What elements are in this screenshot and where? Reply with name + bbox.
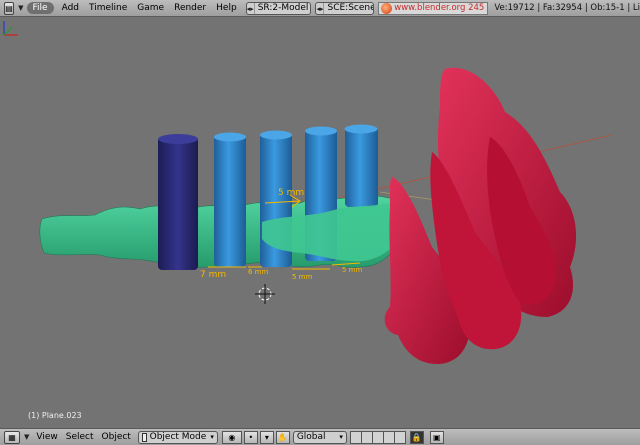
viewport-scene[interactable]: 5 mm 7 mm 6 mm 5 mm 5 mm [0,17,640,428]
scene-name[interactable]: SCE:Scene [324,3,373,13]
implant-cylinder-5[interactable] [344,124,379,208]
menu-select[interactable]: Select [62,432,98,442]
menu-view[interactable]: View [32,432,61,442]
collapse-header-icon[interactable]: ▼ [24,433,29,441]
pivot-dropdown-button[interactable]: ▾ [259,430,274,444]
screen-name[interactable]: SR:2-Model [255,3,311,13]
menu-help[interactable]: Help [211,3,242,13]
dimension-label-1: 5 mm [278,188,304,198]
render-preview-icon[interactable]: ▣ [429,430,444,444]
menu-add[interactable]: Add [57,3,84,13]
main-menu: File Add Timeline Game Render Help [26,2,242,14]
layer-button[interactable] [393,430,406,444]
menu-timeline[interactable]: Timeline [84,3,132,13]
collapse-menu-icon[interactable]: ▼ [18,4,23,12]
3d-cursor-icon[interactable] [255,284,275,304]
3d-viewport[interactable]: 5 mm 7 mm 6 mm 5 mm 5 mm (1) Plane.023 [0,17,640,428]
top-header-bar: ▤ ▼ File Add Timeline Game Render Help ◂… [0,0,640,17]
blender-link[interactable]: www.blender.org 245 [378,1,489,15]
layer-buttons [349,430,406,444]
orientation-selector[interactable]: Global ▾ [292,430,347,444]
menu-game[interactable]: Game [132,3,169,13]
manipulator-toggle-button[interactable]: ✋ [275,430,290,444]
dimension-label-4: 5 mm [292,273,312,281]
dimension-label-3: 6 mm [248,268,268,276]
active-object-label: (1) Plane.023 [28,411,82,420]
scene-browse-icon[interactable]: ◂▸ [316,2,325,14]
pivot-button[interactable]: • [243,430,258,444]
dimension-label-5: 5 mm [342,266,362,274]
chevron-down-icon: ▾ [339,433,343,441]
orientation-value[interactable]: Global [297,432,335,442]
menu-render[interactable]: Render [169,3,211,13]
viewport-header-bar: ▦ ▼ View Select Object Object Mode ▾ ◉ •… [0,428,640,445]
draw-type-button[interactable]: ◉ [221,430,242,444]
screen-selector[interactable]: ◂▸ SR:2-Model ✕ [245,1,312,15]
dimension-label-2: 7 mm [200,270,226,280]
implant-cylinder-1[interactable] [158,134,198,270]
scene-stats: Ve:19712 | Fa:32954 | Ob:15-1 | Li [494,3,640,13]
window-type-icon[interactable]: ▤ [4,1,15,15]
implant-cylinder-2[interactable] [214,132,246,268]
menu-file[interactable]: File [26,2,54,14]
chevron-down-icon: ▾ [210,433,214,441]
scene-selector[interactable]: ◂▸ SCE:Scene ✕ [315,1,375,15]
blender-logo-icon [381,2,393,14]
mode-value[interactable]: Object Mode [150,432,207,442]
axis-gizmo-icon [3,21,18,36]
lock-icon[interactable]: 🔒 [409,430,424,444]
screen-browse-icon[interactable]: ◂▸ [247,2,255,14]
menu-object[interactable]: Object [98,432,135,442]
object-mode-icon [141,432,147,442]
editor-type-icon[interactable]: ▦ [4,430,20,444]
blender-link-text[interactable]: www.blender.org 245 [394,3,484,13]
mode-selector[interactable]: Object Mode ▾ [137,430,218,444]
